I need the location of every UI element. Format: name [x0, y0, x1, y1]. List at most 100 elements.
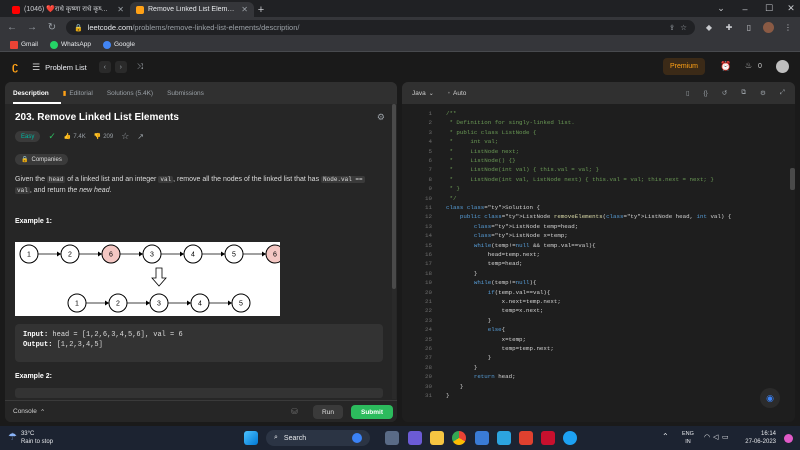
arrow-head [228, 300, 232, 306]
description-scrollbar[interactable] [392, 104, 396, 399]
leetcode-logo-icon[interactable]: ʗ [12, 61, 24, 73]
system-clock[interactable]: 16:14 27-06-2023 [726, 430, 776, 446]
close-icon[interactable]: ✕ [117, 5, 124, 14]
weather-widget[interactable]: ☂ 33°C Rain to stop [8, 430, 53, 446]
code-line: * ListNode(int val) { this.val = val; } [446, 166, 600, 174]
back-button[interactable]: ← [6, 22, 18, 33]
tab-editorial[interactable]: ▮ Editorial [63, 89, 93, 98]
premium-button[interactable]: Premium [663, 58, 705, 75]
like-count: 7.4K [73, 133, 86, 140]
solved-check-icon: ✓ [48, 131, 56, 141]
upload-icon[interactable]: ⛁ [291, 407, 298, 416]
browser-tab-youtube[interactable]: (1046) ❤️राधे कृष्णा राधे कृष्णा राधे ✕ [6, 2, 130, 17]
mcafee-icon[interactable] [541, 431, 555, 445]
star-icon[interactable]: ☆ [121, 131, 129, 142]
submit-button[interactable]: Submit [351, 405, 393, 419]
share-icon[interactable]: ⇪ [669, 23, 675, 32]
list-icon[interactable]: ☰ [32, 62, 40, 73]
expand-icon[interactable]: ⤢ [780, 89, 785, 97]
dislike-button[interactable]: 👎 209 [94, 133, 114, 141]
store-icon[interactable] [475, 431, 489, 445]
browser-tab-leetcode[interactable]: Remove Linked List Elements - LeetCode ✕ [130, 2, 254, 17]
autocomplete-toggle[interactable]: • Auto [448, 90, 467, 97]
list-node: 1 [19, 244, 39, 264]
photos-icon[interactable] [497, 431, 511, 445]
url-input[interactable]: 🔒 leetcode.com/problems/remove-linked-li… [66, 20, 695, 35]
close-icon[interactable]: ✕ [241, 5, 248, 14]
problem-list-link[interactable]: Problem List [45, 63, 87, 72]
svg-text:3: 3 [157, 301, 161, 308]
problem-statement: Given the head of a linked list and an i… [15, 175, 385, 196]
example-2-title: Example 2: [15, 373, 52, 380]
settings-icon[interactable]: ⚙ [377, 112, 385, 123]
timer-icon[interactable]: ⏰ [720, 61, 731, 72]
like-button[interactable]: 👍 7.4K [63, 133, 86, 141]
companies-tag[interactable]: 🔒 Companies [15, 154, 68, 165]
streak-icon[interactable]: ♨ [745, 61, 752, 70]
line-number: 16 [425, 251, 432, 258]
office-icon[interactable] [519, 431, 533, 445]
editor-scrollbar-thumb[interactable] [790, 168, 795, 190]
language-indicator[interactable]: ENG IN [682, 430, 694, 446]
notification-icon[interactable] [784, 434, 793, 443]
language-select[interactable]: Java ⌄ [412, 90, 434, 97]
lock-icon: 🔒 [21, 157, 29, 163]
bookmark-gmail[interactable]: Gmail [10, 40, 38, 49]
tab-submissions[interactable]: Submissions [167, 90, 204, 97]
tab-title: Remove Linked List Elements - LeetCode [148, 6, 238, 13]
list-node: 2 [108, 293, 128, 313]
taskbar-search[interactable]: ⌕ Search [266, 430, 370, 446]
chat-fab-button[interactable]: ◉ [760, 388, 780, 408]
scrollbar-thumb[interactable] [392, 104, 396, 289]
bookmark-icon[interactable]: ▯ [686, 89, 690, 97]
svg-text:2: 2 [68, 252, 72, 259]
wifi-icon[interactable]: ◠ [704, 433, 710, 441]
example-output: [1,2,3,4,5] [56, 341, 103, 349]
new-tab-button[interactable]: + [254, 2, 268, 17]
volume-icon[interactable]: ◁ [713, 433, 718, 441]
extension-icon[interactable]: ◆ [703, 23, 715, 32]
leetcode-header: ʗ ☰ Problem List ‹ › ⤨ Premium ⏰ ♨ 0 [0, 53, 800, 81]
sidebar-icon[interactable]: ▯ [743, 23, 755, 32]
task-view-icon[interactable] [385, 431, 399, 445]
more-icon[interactable]: ⋮ [782, 23, 794, 32]
chevron-up-icon[interactable]: ⌃ [662, 432, 669, 441]
profile-avatar[interactable] [763, 22, 774, 33]
shuffle-icon[interactable]: ⤨ [137, 62, 143, 72]
line-number: 30 [425, 382, 432, 390]
statement-emphasis: the new head [67, 186, 110, 194]
run-button[interactable]: Run [313, 405, 343, 419]
thumbs-up-icon: 👍 [63, 134, 72, 140]
input-label: Input: [23, 331, 49, 339]
meet-icon[interactable] [408, 431, 422, 445]
next-problem-button[interactable]: › [114, 61, 127, 73]
forward-button[interactable]: → [26, 22, 38, 33]
tab-description[interactable]: Description [13, 90, 49, 97]
active-tab-underline [13, 102, 61, 104]
windows-start-icon[interactable] [244, 431, 258, 445]
share-icon[interactable]: ↗ [137, 132, 144, 141]
file-explorer-icon[interactable] [430, 431, 444, 445]
reset-icon[interactable]: ↺ [722, 89, 727, 97]
layout-icon[interactable]: ⧉ [741, 89, 746, 97]
star-icon[interactable]: ☆ [680, 23, 687, 32]
chrome-icon[interactable] [452, 431, 466, 445]
description-panel: Description ▮ Editorial Solutions (5.4K) … [5, 82, 397, 422]
bookmark-google[interactable]: Google [102, 40, 135, 49]
code-line: class class="ty">Solution { [446, 204, 540, 211]
reload-button[interactable]: ↻ [46, 22, 58, 33]
user-avatar[interactable] [776, 60, 789, 73]
dislike-count: 209 [103, 133, 114, 140]
bookmark-whatsapp[interactable]: WhatsApp [49, 40, 91, 49]
braces-icon[interactable]: {} [704, 90, 708, 97]
prev-problem-button[interactable]: ‹ [98, 61, 111, 73]
tab-solutions[interactable]: Solutions (5.4K) [107, 90, 153, 97]
statement-text: Given the [15, 176, 47, 183]
puzzle-icon[interactable]: ✚ [723, 23, 735, 32]
edge-icon[interactable] [563, 431, 577, 445]
code-line: } [446, 363, 478, 371]
code-area[interactable]: 1 /** 2 * Definition for singly-linked lis… [402, 106, 795, 422]
close-window-button[interactable]: ✕ [776, 0, 800, 17]
gear-icon[interactable]: ⚙ [760, 89, 766, 97]
console-toggle[interactable]: Console ⌃ [13, 408, 45, 416]
